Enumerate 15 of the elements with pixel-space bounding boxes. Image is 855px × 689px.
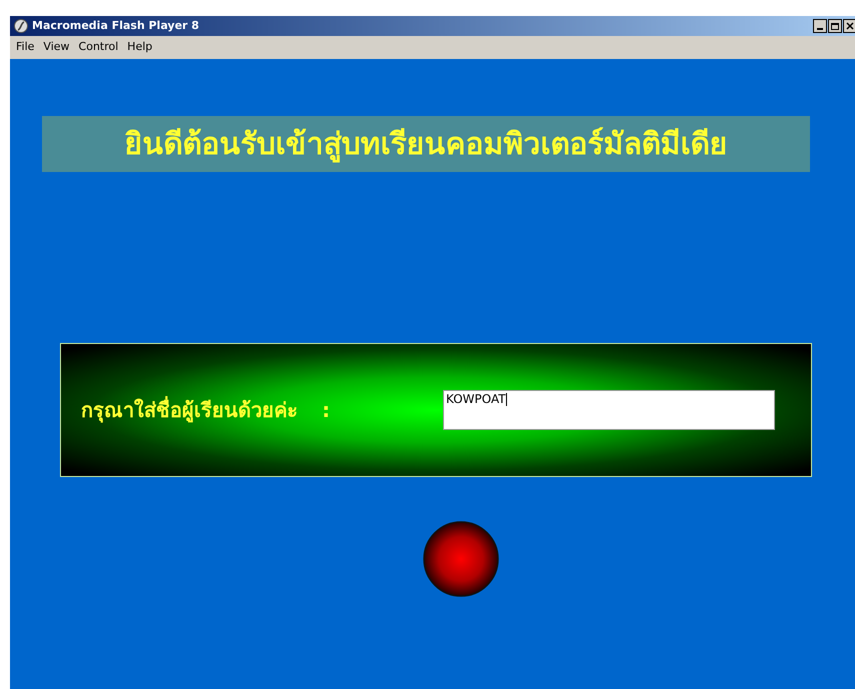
menu-item[interactable]: Control xyxy=(78,39,118,56)
menu-item[interactable]: Help xyxy=(127,39,152,56)
round-button[interactable] xyxy=(423,521,499,597)
close-icon xyxy=(846,22,854,30)
minimize-button[interactable] xyxy=(813,19,827,33)
flash-logo-icon xyxy=(14,19,28,33)
menu-item[interactable]: View xyxy=(43,39,70,56)
maximize-button[interactable] xyxy=(828,19,842,33)
close-button[interactable] xyxy=(843,19,855,33)
name-label: กรุณาใส่ชื่อผู้เรียนด้วยค่ะ xyxy=(81,395,298,425)
banner-title: ยินดีต้อนรับเข้าสู่บทเรียนคอมพิวเตอร์มัลติมีเดีย xyxy=(124,126,728,164)
menu-item[interactable]: File xyxy=(16,39,34,56)
name-input[interactable]: KOWPOAT xyxy=(443,390,775,430)
window-title: Macromedia Flash Player 8 xyxy=(32,18,200,34)
separator: : xyxy=(322,397,330,424)
